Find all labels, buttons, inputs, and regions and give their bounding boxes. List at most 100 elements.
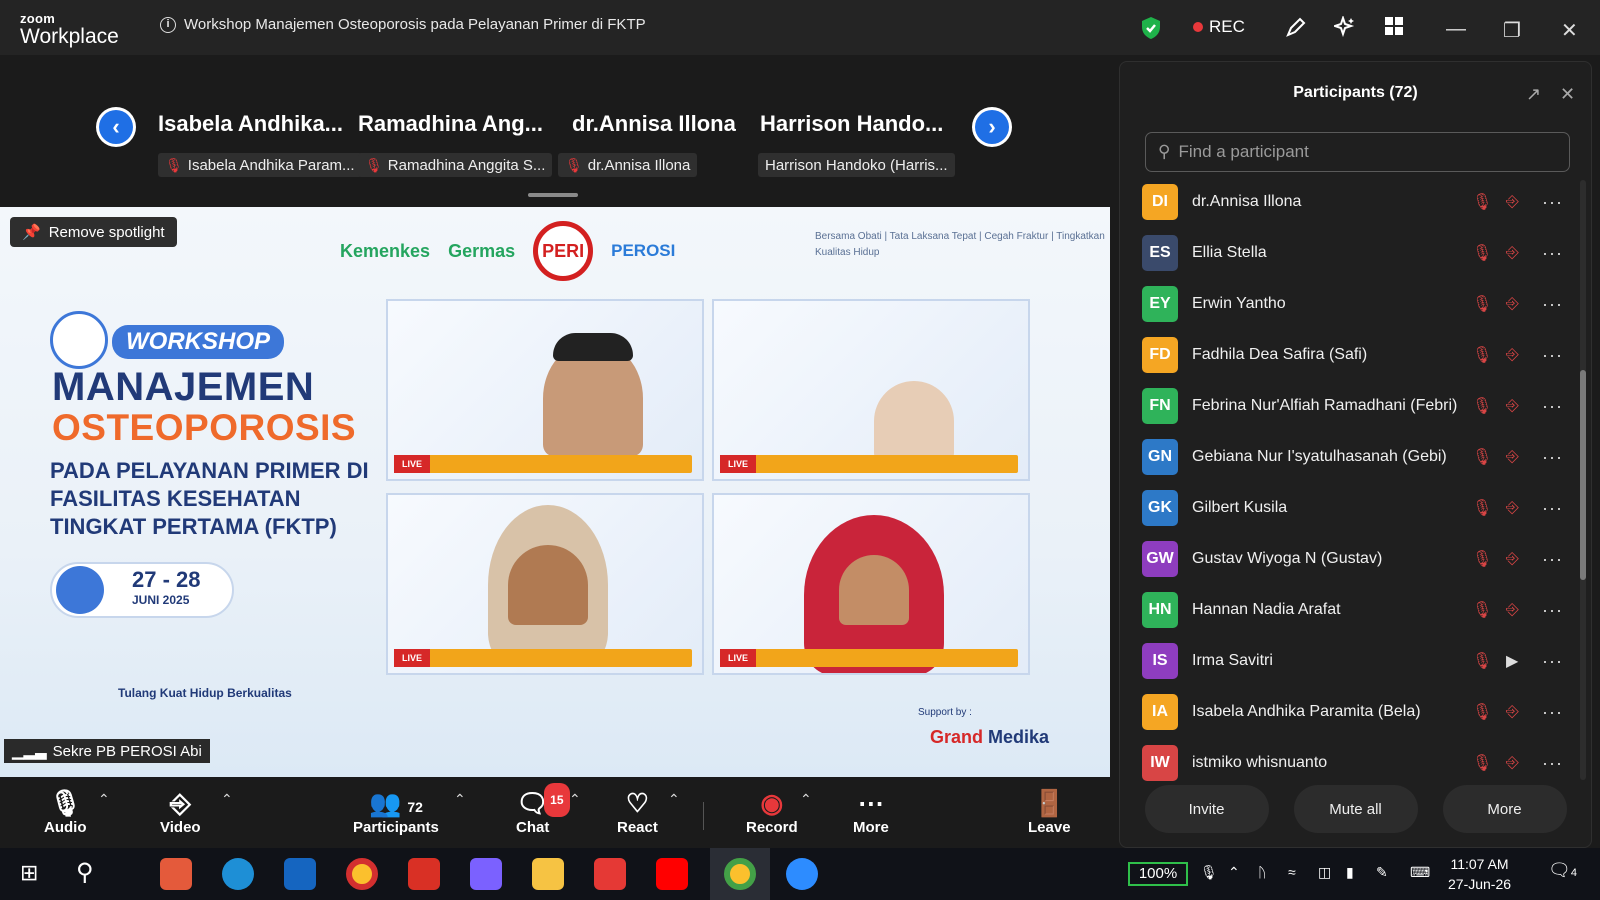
edge-icon[interactable] (222, 858, 254, 890)
participant-row[interactable]: ES Ellia Stella 🎙 ⎆ ··· (1142, 233, 1582, 273)
video-off-icon[interactable]: ⎆ (1506, 193, 1519, 211)
mic-muted-icon[interactable]: 🎙 (1472, 702, 1492, 722)
participant-row[interactable]: GW Gustav Wiyoga N (Gustav) 🎙 ⎆ ··· (1142, 539, 1582, 579)
record-button[interactable]: ◉ Record (746, 787, 798, 836)
participant-row[interactable]: IA Isabela Andhika Paramita (Bela) 🎙 ⎆ ··· (1142, 692, 1582, 732)
video-button[interactable]: ⎆ Video (160, 787, 201, 836)
app-icon-1[interactable] (160, 858, 192, 890)
popout-icon[interactable]: ↗ (1526, 84, 1541, 105)
chrome-profile-icon[interactable] (724, 858, 756, 890)
participants-button[interactable]: 👥 72 Participants (353, 787, 439, 836)
gallery-tile[interactable]: Ramadhina Ang... 🎙 Ramadhina Anggita S... (358, 111, 553, 177)
more-options-icon[interactable]: ··· (1542, 498, 1563, 519)
video-off-icon[interactable]: ⎆ (1506, 346, 1519, 364)
video-off-icon[interactable]: ⎆ (1506, 499, 1519, 517)
participant-row[interactable]: EY Erwin Yantho 🎙 ⎆ ··· (1142, 284, 1582, 324)
video-off-icon[interactable]: ⎆ (1506, 601, 1519, 619)
close-panel-icon[interactable]: ✕ (1560, 84, 1575, 105)
meeting-title[interactable]: i Workshop Manajemen Osteoporosis pada P… (160, 16, 646, 33)
mic-muted-icon[interactable]: 🎙 (1472, 447, 1492, 467)
more-options-icon[interactable]: ··· (1542, 396, 1563, 417)
gallery-prev-button[interactable]: ‹ (96, 107, 136, 147)
zoom-taskbar-icon[interactable] (786, 858, 818, 890)
participant-row[interactable]: GN Gebiana Nur I'syatulhasanah (Gebi) 🎙 ⎆ ··… (1142, 437, 1582, 477)
battery-indicator[interactable]: 100% (1128, 862, 1188, 886)
mic-muted-icon[interactable]: 🎙 (1472, 600, 1492, 620)
video-off-icon[interactable]: ⎆ (1506, 550, 1519, 568)
mic-muted-icon[interactable]: 🎙 (1472, 753, 1492, 773)
audio-options-caret-icon[interactable]: ⌃ (98, 791, 110, 808)
leave-button[interactable]: 🚪 Leave (1028, 787, 1071, 836)
participant-row[interactable]: FD Fadhila Dea Safira (Safi) 🎙 ⎆ ··· (1142, 335, 1582, 375)
video-off-icon[interactable]: ⎆ (1506, 397, 1519, 415)
encryption-shield-icon[interactable] (1140, 16, 1162, 40)
more-toolbar-button[interactable]: ⋯ More (853, 787, 889, 836)
ai-companion-sparkle-icon[interactable] (1334, 16, 1356, 38)
mic-muted-icon[interactable]: 🎙 (1472, 651, 1492, 671)
video-on-icon[interactable]: ▶ (1506, 651, 1518, 671)
keyboard-icon[interactable]: ⌨ (1410, 864, 1430, 881)
participant-scrollbar[interactable] (1580, 180, 1586, 780)
react-button[interactable]: ♡ React (617, 787, 658, 836)
mic-muted-icon[interactable]: 🎙 (1472, 243, 1492, 263)
more-options-icon[interactable]: ··· (1542, 600, 1563, 621)
mic-tray-icon[interactable]: 🎙 (1200, 864, 1218, 881)
taskbar-clock[interactable]: 11:07 AM 27-Jun-26 (1448, 854, 1511, 894)
gallery-tile[interactable]: Harrison Hando... Harrison Handoko (Harr… (758, 111, 955, 177)
restore-icon[interactable]: ❐ (1503, 18, 1521, 43)
audio-button[interactable]: 🎙 Audio (44, 787, 87, 836)
mic-muted-icon[interactable]: 🎙 (1472, 345, 1492, 365)
wifi-icon[interactable]: ≈ (1288, 864, 1296, 880)
react-options-caret-icon[interactable]: ⌃ (668, 791, 680, 808)
participant-row[interactable]: FN Febrina Nur'Alfiah Ramadhani (Febri) 🎙 ⎆… (1142, 386, 1582, 426)
youtube-icon[interactable] (656, 858, 688, 890)
gallery-scroll-indicator[interactable] (528, 193, 578, 197)
mic-muted-icon[interactable]: 🎙 (1472, 192, 1492, 212)
video-off-icon[interactable]: ⎆ (1506, 448, 1519, 466)
participant-row[interactable]: GK Gilbert Kusila 🎙 ⎆ ··· (1142, 488, 1582, 528)
outlook-icon[interactable] (284, 858, 316, 890)
minimize-icon[interactable]: — (1446, 18, 1466, 41)
mute-all-button[interactable]: Mute all (1293, 785, 1418, 833)
device-icon[interactable]: ◫ (1318, 864, 1331, 881)
video-off-icon[interactable]: ⎆ (1506, 295, 1519, 313)
more-options-icon[interactable]: ··· (1542, 345, 1563, 366)
bluetooth-icon[interactable]: ᚢ (1258, 864, 1266, 880)
recording-indicator[interactable]: REC (1193, 17, 1245, 37)
participant-row[interactable]: DI dr.Annisa Illona 🎙 ⎆ ··· (1142, 182, 1582, 222)
m365-icon[interactable] (470, 858, 502, 890)
more-options-icon[interactable]: ··· (1542, 651, 1563, 672)
more-options-icon[interactable]: ··· (1542, 294, 1563, 315)
info-icon[interactable]: i (160, 16, 176, 33)
more-options-icon[interactable]: ··· (1542, 192, 1563, 213)
participants-options-caret-icon[interactable]: ⌃ (454, 791, 466, 808)
annotate-pen-icon[interactable] (1285, 16, 1307, 38)
more-options-icon[interactable]: ··· (1542, 702, 1563, 723)
close-window-icon[interactable]: ✕ (1561, 18, 1578, 43)
mic-muted-icon[interactable]: 🎙 (1472, 396, 1492, 416)
participant-row[interactable]: IS Irma Savitri 🎙 ▶ ··· (1142, 641, 1582, 681)
more-options-icon[interactable]: ··· (1542, 549, 1563, 570)
more-options-icon[interactable]: ··· (1542, 243, 1563, 264)
mic-muted-icon[interactable]: 🎙 (1472, 549, 1492, 569)
video-off-icon[interactable]: ⎆ (1506, 754, 1519, 772)
chat-options-caret-icon[interactable]: ⌃ (569, 791, 581, 808)
windows-start-icon[interactable]: ⊞ (20, 860, 38, 886)
notification-icon[interactable]: 🗨4 (1548, 860, 1577, 881)
gallery-next-button[interactable]: › (972, 107, 1012, 147)
remove-spotlight-button[interactable]: 📌 Remove spotlight (10, 217, 177, 247)
video-off-icon[interactable]: ⎆ (1506, 703, 1519, 721)
video-options-caret-icon[interactable]: ⌃ (221, 791, 233, 808)
more-button[interactable]: More (1442, 785, 1567, 833)
gallery-tile[interactable]: Isabela Andhika... 🎙 Isabela Andhika Para… (158, 111, 362, 177)
app-icon-l[interactable] (408, 858, 440, 890)
taskbar-search-icon[interactable]: ⚲ (76, 858, 94, 887)
microphone-tray-icon[interactable]: ▮ (1346, 864, 1354, 881)
apps-grid-icon[interactable] (1384, 16, 1404, 36)
file-explorer-icon[interactable] (532, 858, 564, 890)
chrome-icon[interactable] (346, 858, 378, 890)
participant-search-input[interactable]: ⚲ Find a participant (1145, 132, 1570, 172)
more-options-icon[interactable]: ··· (1542, 447, 1563, 468)
participant-row[interactable]: HN Hannan Nadia Arafat 🎙 ⎆ ··· (1142, 590, 1582, 630)
chevron-up-icon[interactable]: ⌃ (1228, 864, 1240, 881)
